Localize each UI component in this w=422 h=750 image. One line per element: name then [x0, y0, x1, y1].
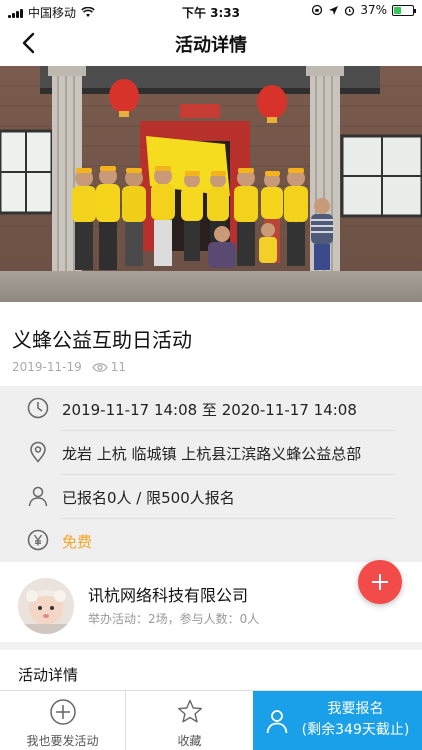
activity-meta: 2019-11-19 11: [12, 360, 126, 374]
favorite-label: 收藏: [177, 734, 202, 748]
status-bar: 中国移动 下午 3:33 37%: [0, 0, 422, 22]
activity-photo: [0, 66, 422, 302]
section-separator: [0, 642, 422, 650]
info-fee-row: 免费: [0, 518, 422, 562]
time-range: 2019-11-17 14:08 至 2020-11-17 14:08: [62, 401, 357, 419]
activity-header: 义蜂公益互助日活动 2019-11-19 11: [0, 302, 422, 386]
info-time-row: 2019-11-17 14:08 至 2020-11-17 14:08: [0, 386, 422, 430]
follow-add-button[interactable]: [358, 560, 402, 604]
orientation-lock-icon: [312, 4, 323, 16]
view-count-value: 11: [110, 360, 127, 374]
battery-icon: [392, 4, 416, 16]
activity-title: 义蜂公益互助日活动: [12, 328, 192, 352]
alarm-icon: [345, 5, 355, 16]
organizer-stats: 举办活动：2场，参与人数：0人: [88, 612, 260, 626]
signup-label: 我要报名: [327, 701, 384, 717]
signup-deadline: (剩余349天截止): [301, 722, 410, 738]
battery-percent: 37%: [360, 3, 387, 17]
signup-text: 我要报名 (剩余349天截止): [293, 699, 418, 741]
bottom-action-bar: 我也要发活动 收藏 我要报名 (剩余349天截止): [0, 690, 422, 750]
plus-circle-icon: [49, 699, 76, 725]
eye-icon: [92, 362, 108, 372]
signup-count: 已报名0人 / 限500人报名: [62, 489, 235, 507]
info-location-row[interactable]: 龙岩 上杭 临城镇 上杭县江滨路义蜂公益总部: [0, 430, 422, 474]
star-icon: [177, 699, 202, 723]
publish-label: 我也要发活动: [26, 734, 99, 748]
clock-icon: [27, 397, 49, 419]
location-icon: [329, 5, 339, 15]
yen-icon: [27, 529, 49, 551]
navigation-bar: 活动详情: [0, 22, 422, 64]
page-title: 活动详情: [175, 35, 247, 56]
avatar[interactable]: [18, 578, 74, 634]
location-pin-icon: [30, 441, 46, 463]
organizer-card[interactable]: 讯杭网络科技有限公司 举办活动：2场，参与人数：0人: [0, 560, 422, 642]
view-count: 11: [92, 360, 126, 374]
publish-date: 2019-11-19: [12, 360, 82, 374]
person-icon: [266, 710, 288, 734]
person-icon: [28, 486, 48, 507]
signup-button[interactable]: 我要报名 (剩余349天截止): [253, 691, 422, 750]
activity-info: 2019-11-17 14:08 至 2020-11-17 14:08 龙岩 上…: [0, 386, 422, 562]
fee: 免费: [62, 533, 93, 551]
info-signup-row: 已报名0人 / 限500人报名: [0, 474, 422, 518]
publish-activity-button[interactable]: 我也要发活动: [0, 691, 126, 750]
favorite-button[interactable]: 收藏: [126, 691, 253, 750]
details-section-title: 活动详情: [18, 666, 79, 684]
organizer-name: 讯杭网络科技有限公司: [88, 586, 249, 605]
location: 龙岩 上杭 临城镇 上杭县江滨路义蜂公益总部: [62, 445, 362, 463]
